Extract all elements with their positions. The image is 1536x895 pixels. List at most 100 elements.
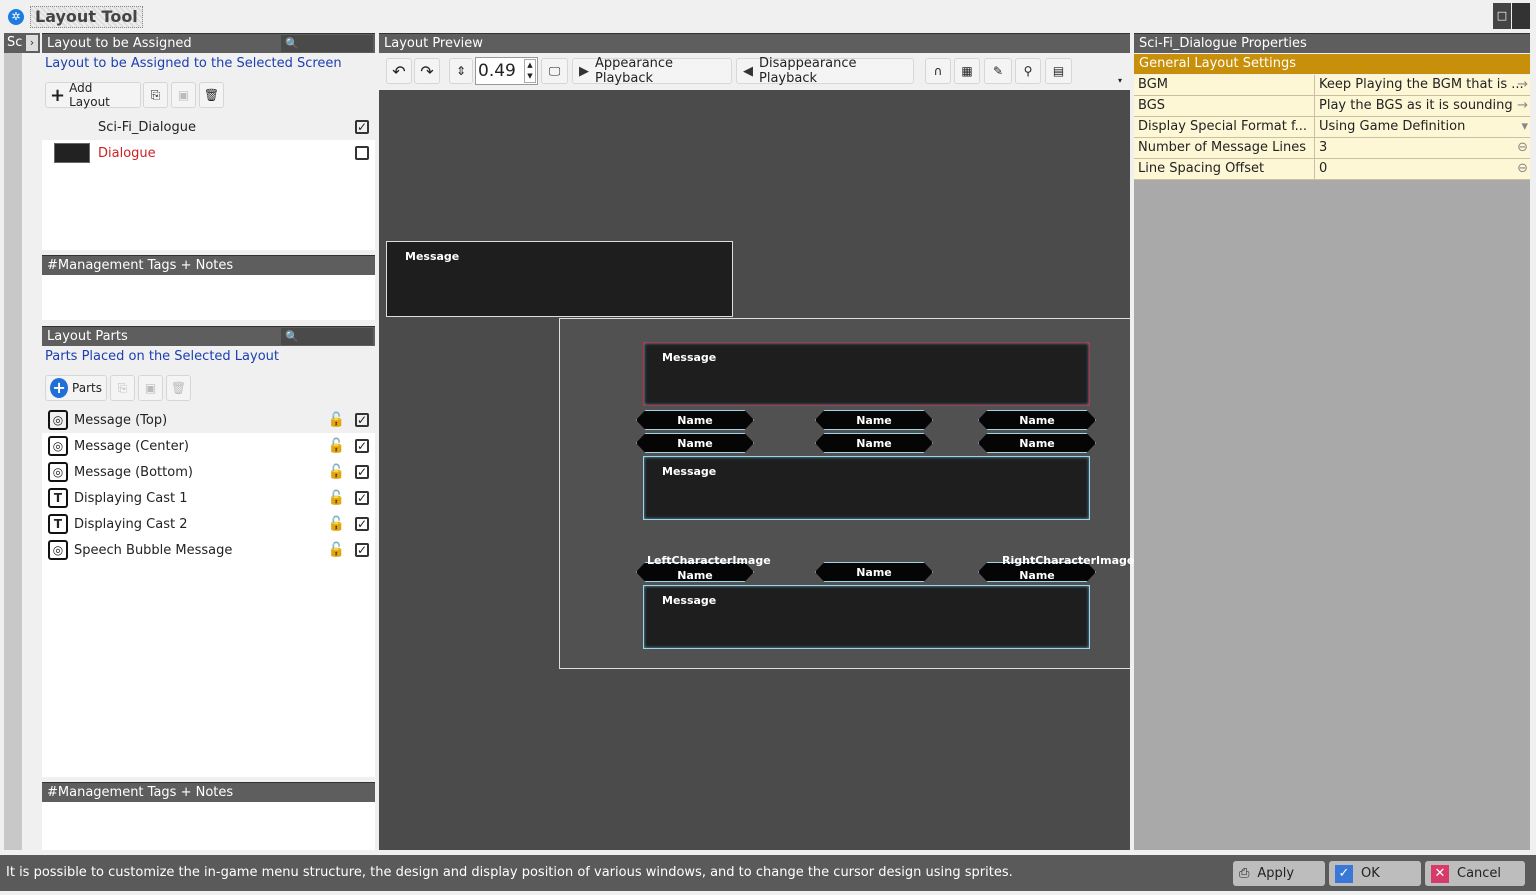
layout-checkbox[interactable] — [355, 146, 369, 160]
grid-button[interactable]: ▦ — [954, 58, 980, 84]
delete-part-button[interactable]: 🗑 — [166, 375, 191, 401]
layouts-header-label: Layout to be Assigned — [47, 36, 192, 51]
unlock-icon[interactable]: 🔓 — [328, 542, 345, 558]
property-value[interactable]: Using Game Definition — [1314, 117, 1530, 137]
layout-checkbox[interactable]: ✓ — [355, 120, 369, 134]
delete-layout-button[interactable]: 🗑 — [199, 82, 224, 108]
message-label: Message — [662, 594, 716, 607]
dropdown-icon[interactable]: ▾ — [1521, 117, 1528, 137]
property-value[interactable]: 0 — [1314, 159, 1530, 179]
part-item[interactable]: ◎Message (Center)🔓✓ — [42, 433, 375, 459]
layout-item-sci-fi-dialogue[interactable]: Sci-Fi_Dialogue✓ — [42, 114, 375, 140]
property-value[interactable]: Play the BGS as it is sounding — [1314, 96, 1530, 116]
cancel-button[interactable]: ✕Cancel — [1425, 861, 1525, 886]
layout-info-button[interactable]: ▤ — [1045, 58, 1072, 84]
spinner-icon[interactable]: ⊖ — [1517, 138, 1528, 158]
paste-part-button[interactable]: ▣ — [138, 375, 163, 401]
property-bgs[interactable]: BGSPlay the BGS as it is sounding→ — [1134, 96, 1530, 117]
name-plate[interactable]: Name — [815, 562, 933, 582]
tags-notes-input[interactable] — [42, 275, 375, 320]
appearance-playback-button[interactable]: ▶Appearance Playback — [572, 58, 732, 84]
unlock-icon[interactable]: 🔓 — [328, 412, 345, 428]
status-text: It is possible to customize the in-game … — [6, 865, 1013, 880]
message-center-part[interactable]: Message — [643, 456, 1090, 520]
expand-icon[interactable]: › — [26, 35, 38, 51]
message-bottom-part[interactable]: Message — [643, 585, 1090, 649]
add-parts-label: Parts — [72, 381, 102, 395]
part-visible-checkbox[interactable]: ✓ — [355, 491, 369, 505]
message-label: Message — [405, 250, 459, 263]
screen-tab[interactable]: Sc› — [4, 33, 40, 53]
add-layout-label: Add Layout — [69, 81, 136, 109]
part-item[interactable]: ◎Message (Bottom)🔓✓ — [42, 459, 375, 485]
copy-layout-button[interactable]: ⎘ — [143, 82, 168, 108]
name-plate[interactable]: Name — [636, 433, 754, 453]
preview-canvas[interactable]: Message Message Name Name Name Name Name… — [379, 90, 1130, 850]
part-visible-checkbox[interactable]: ✓ — [355, 543, 369, 557]
unlock-icon[interactable]: 🔓 — [328, 516, 345, 532]
window-close-button[interactable] — [1512, 3, 1530, 29]
unlock-icon[interactable]: 🔓 — [328, 438, 345, 454]
part-item[interactable]: ◎Message (Top)🔓✓ — [42, 407, 375, 433]
parts-subtitle: Parts Placed on the Selected Layout — [45, 349, 279, 364]
zoom-input[interactable]: 0.49▲▼ — [475, 57, 538, 85]
message-top-part[interactable]: Message — [643, 342, 1090, 406]
eyedropper-button[interactable]: ✎ — [984, 58, 1012, 84]
name-plate[interactable]: Name — [815, 410, 933, 430]
part-item[interactable]: TDisplaying Cast 2🔓✓ — [42, 511, 375, 537]
parts-search-input[interactable]: 🔍 — [281, 328, 373, 345]
unlock-icon[interactable]: 🔓 — [328, 490, 345, 506]
property-value[interactable]: Keep Playing the BGM that is ... — [1314, 75, 1530, 95]
message-label: Message — [662, 465, 716, 478]
screen-preview-button[interactable]: 🖵 — [541, 58, 568, 84]
text-part-icon: T — [48, 514, 68, 534]
layout-item-dialogue[interactable]: Dialogue — [42, 140, 375, 166]
arrow-right-icon[interactable]: → — [1517, 96, 1528, 116]
zoom-stepper[interactable]: ▲▼ — [524, 59, 536, 83]
apply-icon: ⎙ — [1239, 866, 1249, 881]
plus-icon: + — [50, 85, 65, 106]
part-visible-checkbox[interactable]: ✓ — [355, 413, 369, 427]
name-plate[interactable]: Name — [636, 410, 754, 430]
part-item[interactable]: TDisplaying Cast 1🔓✓ — [42, 485, 375, 511]
magnet-snap-button[interactable]: ∩ — [925, 58, 951, 84]
disappearance-playback-button[interactable]: ◀Disappearance Playback — [736, 58, 914, 84]
part-visible-checkbox[interactable]: ✓ — [355, 439, 369, 453]
cancel-label: Cancel — [1457, 866, 1501, 881]
parts-header: Layout Parts🔍 — [42, 326, 375, 346]
arrow-right-icon[interactable]: → — [1517, 75, 1528, 95]
paste-layout-button[interactable]: ▣ — [171, 82, 196, 108]
layouts-search-input[interactable]: 🔍 — [281, 35, 373, 52]
tags-notes-input[interactable] — [42, 802, 375, 850]
window-maximize-button[interactable]: □ — [1493, 3, 1511, 29]
part-visible-checkbox[interactable]: ✓ — [355, 465, 369, 479]
ok-button[interactable]: ✓OK — [1329, 861, 1421, 886]
part-visible-checkbox[interactable]: ✓ — [355, 517, 369, 531]
toolbar-overflow-icon[interactable]: ▾ — [1118, 76, 1122, 85]
preview-message-window[interactable]: Message — [386, 241, 733, 317]
property-bgm[interactable]: BGMKeep Playing the BGM that is ...→ — [1134, 75, 1530, 96]
properties-section[interactable]: General Layout Settings — [1134, 54, 1530, 74]
layout-item-label: Dialogue — [98, 146, 156, 161]
name-plate[interactable]: Name — [978, 433, 1096, 453]
spinner-icon[interactable]: ⊖ — [1517, 159, 1528, 179]
add-layout-button[interactable]: +Add Layout — [45, 82, 141, 108]
layouts-header: Layout to be Assigned 🔍 — [42, 33, 375, 53]
apply-button[interactable]: ⎙Apply — [1233, 861, 1325, 886]
redo-button[interactable]: ↷ — [414, 58, 440, 84]
copy-part-button[interactable]: ⎘ — [110, 375, 135, 401]
name-plate[interactable]: Name — [978, 410, 1096, 430]
property-value[interactable]: 3 — [1314, 138, 1530, 158]
property-key: Line Spacing Offset — [1138, 159, 1314, 179]
part-item[interactable]: ◎Speech Bubble Message🔓✓ — [42, 537, 375, 563]
property-special-format[interactable]: Display Special Format f...Using Game De… — [1134, 117, 1530, 138]
property-message-lines[interactable]: Number of Message Lines3⊖ — [1134, 138, 1530, 159]
add-parts-button[interactable]: +Parts — [45, 375, 107, 401]
property-line-spacing[interactable]: Line Spacing Offset0⊖ — [1134, 159, 1530, 180]
fit-height-icon[interactable]: ⇕ — [449, 58, 473, 84]
unlock-icon[interactable]: 🔓 — [328, 464, 345, 480]
camera-button[interactable]: ⚲ — [1015, 58, 1041, 84]
undo-button[interactable]: ↶ — [386, 58, 412, 84]
reverse-play-icon: ◀ — [743, 64, 753, 79]
name-plate[interactable]: Name — [815, 433, 933, 453]
